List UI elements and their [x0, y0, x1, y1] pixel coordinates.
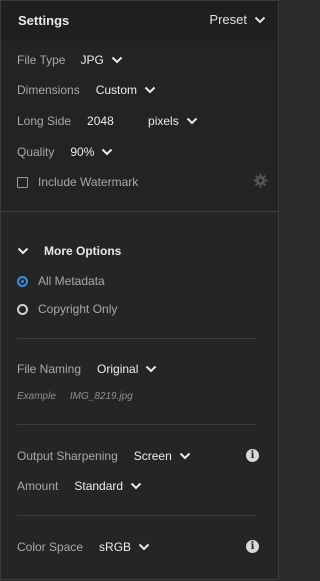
dimensions-label: Dimensions	[17, 83, 80, 97]
output-sharpening-dropdown[interactable]: Screen	[134, 449, 191, 463]
example-label: Example	[17, 391, 56, 402]
quality-label: Quality	[17, 145, 55, 159]
chevron-down-icon	[138, 543, 150, 551]
quality-value: 90%	[70, 145, 95, 159]
quality-row: Quality 90%	[17, 145, 113, 159]
watermark-row[interactable]: Include Watermark	[17, 175, 138, 189]
dimensions-row: Dimensions Custom	[17, 83, 156, 97]
file-type-value: JPG	[80, 53, 104, 67]
chevron-down-icon	[111, 56, 123, 64]
color-space-label: Color Space	[17, 540, 84, 554]
more-options-toggle[interactable]: More Options	[17, 244, 121, 258]
dimensions-dropdown[interactable]: Custom	[96, 83, 156, 97]
long-side-label: Long Side	[17, 114, 72, 128]
unit-dropdown[interactable]: pixels	[148, 114, 198, 128]
color-space-value: sRGB	[99, 540, 132, 554]
output-sharpening-label: Output Sharpening	[17, 449, 118, 463]
amount-value: Standard	[74, 479, 124, 493]
info-icon[interactable]: i	[246, 540, 259, 553]
export-settings-panel: Settings Preset File Type JPG Dimensions…	[0, 0, 279, 581]
file-type-row: File Type JPG	[17, 53, 123, 67]
chevron-down-icon	[17, 247, 29, 255]
preset-dropdown[interactable]: Preset	[209, 12, 266, 27]
divider	[17, 424, 256, 425]
watermark-label: Include Watermark	[38, 175, 139, 189]
preset-label: Preset	[209, 12, 247, 27]
chevron-down-icon	[145, 365, 157, 373]
chevron-down-icon	[186, 117, 198, 125]
chevron-down-icon	[254, 16, 266, 24]
info-icon[interactable]: i	[246, 449, 259, 462]
metadata-option-all[interactable]: All Metadata	[17, 274, 105, 288]
divider	[17, 338, 256, 339]
unit-value: pixels	[148, 114, 179, 128]
amount-dropdown[interactable]: Standard	[74, 479, 142, 493]
file-naming-label: File Naming	[17, 362, 82, 376]
output-sharpening-value: Screen	[133, 449, 172, 463]
radio-selected-icon[interactable]	[17, 275, 28, 287]
chevron-down-icon	[179, 452, 191, 460]
gear-icon[interactable]	[253, 173, 268, 188]
quality-dropdown[interactable]: 90%	[70, 145, 113, 159]
long-side-input[interactable]: 2048	[87, 114, 143, 128]
chevron-down-icon	[130, 482, 142, 490]
more-options-title: More Options	[44, 244, 122, 258]
settings-header: Settings Preset	[0, 0, 279, 41]
long-side-row: Long Side 2048 pixels	[17, 114, 198, 128]
file-type-dropdown[interactable]: JPG	[80, 53, 123, 67]
file-naming-example: Example IMG_8219.jpg	[17, 391, 133, 402]
amount-row: Amount Standard	[17, 479, 142, 493]
file-naming-dropdown[interactable]: Original	[97, 362, 157, 376]
metadata-option-label: Copyright Only	[38, 302, 118, 316]
color-space-row: Color Space sRGB	[17, 540, 150, 554]
output-sharpening-row: Output Sharpening Screen	[17, 449, 191, 463]
amount-label: Amount	[17, 479, 59, 493]
chevron-down-icon	[144, 86, 156, 94]
metadata-option-label: All Metadata	[38, 274, 105, 288]
divider	[17, 515, 256, 516]
chevron-down-icon	[101, 148, 113, 156]
file-naming-value: Original	[97, 362, 139, 376]
file-type-label: File Type	[17, 53, 66, 67]
checkbox-icon[interactable]	[17, 176, 28, 188]
example-value: IMG_8219.jpg	[69, 391, 133, 402]
color-space-dropdown[interactable]: sRGB	[99, 540, 150, 554]
dimensions-value: Custom	[95, 83, 138, 97]
settings-title: Settings	[18, 13, 70, 28]
radio-icon[interactable]	[17, 303, 28, 315]
file-naming-row: File Naming Original	[17, 362, 157, 376]
metadata-option-copyright[interactable]: Copyright Only	[17, 302, 117, 316]
